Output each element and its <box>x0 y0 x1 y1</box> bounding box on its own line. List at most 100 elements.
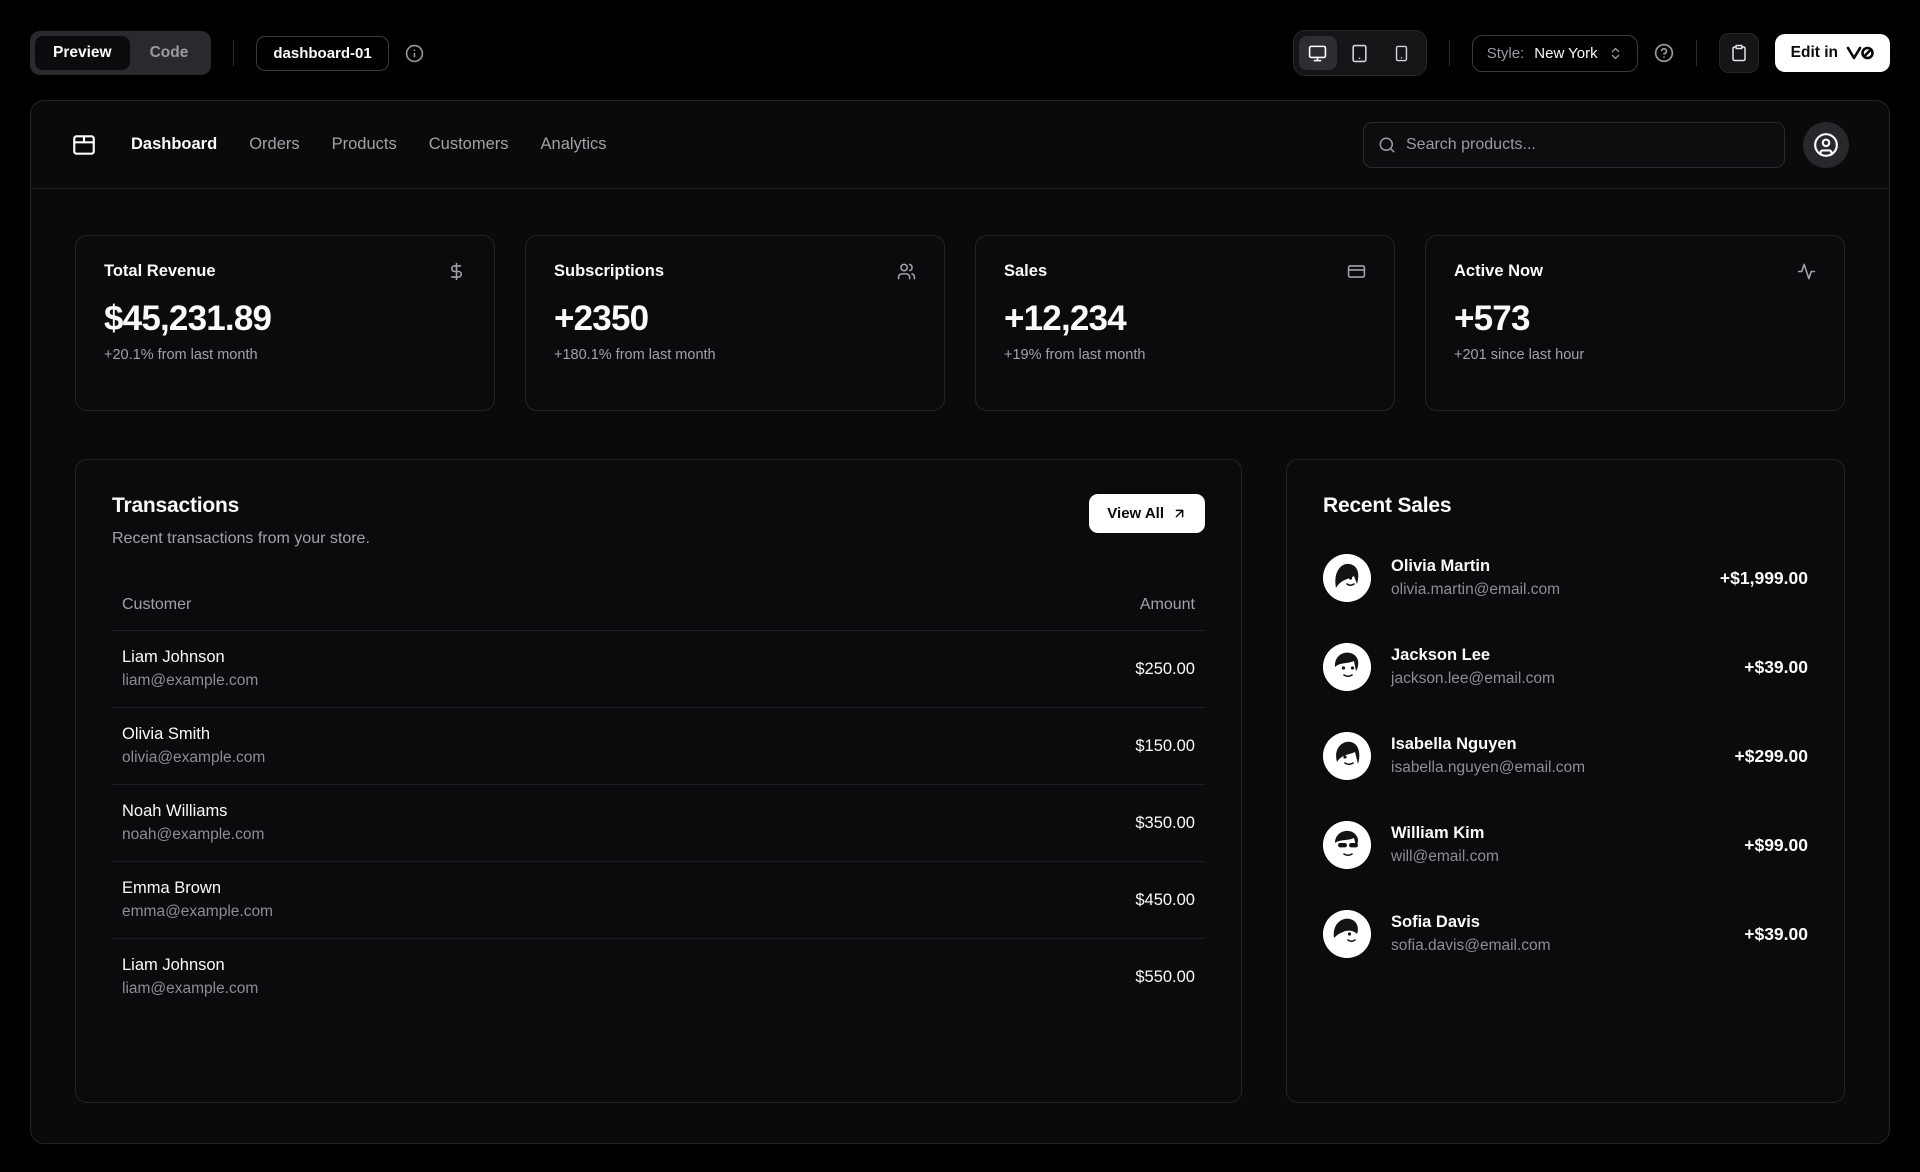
list-item[interactable]: Olivia Martin olivia.martin@email.com +$… <box>1323 554 1808 602</box>
transactions-table: Customer Amount Liam Johnson liam@example… <box>112 584 1205 1015</box>
customer-name: Noah Williams <box>122 802 228 820</box>
transaction-amount: $350.00 <box>1135 813 1195 832</box>
table-row[interactable]: Noah Williams noah@example.com $350.00 <box>112 784 1205 862</box>
view-all-label: View All <box>1107 505 1164 522</box>
stat-cards-row: Total Revenue $45,231.89 +20.1% from las… <box>75 235 1845 411</box>
desktop-icon[interactable] <box>1298 36 1337 70</box>
customer-name: Liam Johnson <box>122 648 225 666</box>
clipboard-icon[interactable] <box>1718 33 1759 73</box>
credit-card-icon <box>1347 262 1366 281</box>
stat-change: +20.1% from last month <box>104 347 258 363</box>
table-row[interactable]: Olivia Smith olivia@example.com $150.00 <box>112 707 1205 785</box>
toolbar-divider <box>1695 40 1697 66</box>
customer-name: Olivia Smith <box>122 725 211 743</box>
dollar-sign-icon <box>447 262 466 281</box>
dashboard-content: Total Revenue $45,231.89 +20.1% from las… <box>31 189 1889 1143</box>
info-icon[interactable] <box>405 44 424 63</box>
chevrons-up-down-icon <box>1608 46 1623 61</box>
sale-amount: +$99.00 <box>1744 834 1808 855</box>
stat-title: Subscriptions <box>554 262 665 280</box>
list-item[interactable]: William Kim will@email.com +$99.00 <box>1323 821 1808 869</box>
transaction-amount: $250.00 <box>1135 659 1195 678</box>
list-item[interactable]: Jackson Lee jackson.lee@email.com +$39.0… <box>1323 643 1808 691</box>
transactions-subtitle: Recent transactions from your store. <box>112 530 370 547</box>
customer-name: Liam Johnson <box>122 956 225 974</box>
avatar <box>1323 643 1371 691</box>
sale-amount: +$1,999.00 <box>1719 567 1808 588</box>
code-tab[interactable]: Code <box>132 36 207 70</box>
recent-sales-title: Recent Sales <box>1323 494 1452 517</box>
search-input[interactable] <box>1406 135 1770 154</box>
user-menu-button[interactable] <box>1803 121 1849 168</box>
users-icon <box>897 262 916 281</box>
nav-item-analytics[interactable]: Analytics <box>539 131 609 158</box>
arrow-up-right-icon <box>1172 506 1187 521</box>
v0-logo-icon <box>1846 46 1874 60</box>
sale-customer-email: jackson.lee@email.com <box>1391 670 1555 687</box>
table-row[interactable]: Liam Johnson liam@example.com $550.00 <box>112 939 1205 1016</box>
block-name-badge[interactable]: dashboard-01 <box>256 35 389 71</box>
recent-sales-list: Olivia Martin olivia.martin@email.com +$… <box>1323 554 1808 958</box>
recent-sales-card: Recent Sales Olivia Martin olivia.martin… <box>1286 459 1845 1103</box>
store-package-icon[interactable] <box>71 132 97 158</box>
smartphone-icon[interactable] <box>1383 36 1421 70</box>
edit-in-label: Edit in <box>1790 44 1838 61</box>
transactions-card: Transactions Recent transactions from yo… <box>75 459 1242 1103</box>
view-all-button[interactable]: View All <box>1089 494 1205 533</box>
help-icon[interactable] <box>1654 43 1674 63</box>
stat-title: Total Revenue <box>104 262 216 280</box>
toolbar-divider <box>233 40 235 66</box>
stat-value: $45,231.89 <box>104 299 272 338</box>
stat-change: +180.1% from last month <box>554 347 716 363</box>
sale-amount: +$299.00 <box>1734 745 1808 766</box>
table-row[interactable]: Emma Brown emma@example.com $450.00 <box>112 861 1205 939</box>
style-select[interactable]: Style: New York <box>1471 34 1638 72</box>
search-icon <box>1378 136 1396 154</box>
list-item[interactable]: Isabella Nguyen isabella.nguyen@email.co… <box>1323 732 1808 780</box>
customer-email: liam@example.com <box>122 980 259 997</box>
stat-change: +201 since last hour <box>1454 347 1585 363</box>
table-row[interactable]: Liam Johnson liam@example.com $250.00 <box>112 630 1205 708</box>
transaction-amount: $550.00 <box>1135 967 1195 986</box>
style-label: Style: <box>1486 44 1525 62</box>
customer-email: emma@example.com <box>122 903 273 920</box>
stat-title: Sales <box>1004 262 1048 280</box>
sale-customer-email: will@email.com <box>1391 848 1499 865</box>
sale-customer-name: Sofia Davis <box>1391 913 1480 931</box>
stat-value: +12,234 <box>1004 299 1127 338</box>
customer-email: noah@example.com <box>122 826 265 843</box>
customer-name: Emma Brown <box>122 879 222 897</box>
sale-customer-email: olivia.martin@email.com <box>1391 581 1561 598</box>
stat-value: +573 <box>1454 299 1530 338</box>
tablet-icon[interactable] <box>1341 36 1379 70</box>
sale-customer-name: William Kim <box>1391 824 1485 842</box>
stat-card-subscriptions: Subscriptions +2350 +180.1% from last mo… <box>525 235 945 411</box>
sale-amount: +$39.00 <box>1744 923 1808 944</box>
list-item[interactable]: Sofia Davis sofia.davis@email.com +$39.0… <box>1323 910 1808 958</box>
avatar <box>1323 821 1371 869</box>
customer-email: olivia@example.com <box>122 749 266 766</box>
nav-item-customers[interactable]: Customers <box>427 131 511 158</box>
edit-in-v0-button[interactable]: Edit in <box>1774 34 1890 72</box>
stat-card-total-revenue: Total Revenue $45,231.89 +20.1% from las… <box>75 235 495 411</box>
stat-change: +19% from last month <box>1004 347 1146 363</box>
activity-icon <box>1797 262 1816 281</box>
search-products-box <box>1363 121 1785 168</box>
nav-item-dashboard[interactable]: Dashboard <box>129 131 219 158</box>
dashboard-preview-panel: Dashboard Orders Products Customers Anal… <box>30 100 1890 1144</box>
sale-customer-name: Olivia Martin <box>1391 557 1491 575</box>
toolbar-divider <box>1448 40 1450 66</box>
circle-user-icon <box>1813 132 1839 158</box>
dashboard-navbar: Dashboard Orders Products Customers Anal… <box>31 101 1889 189</box>
sale-customer-name: Isabella Nguyen <box>1391 735 1517 753</box>
top-toolbar: Preview Code dashboard-01 Style: New Yor… <box>0 0 1920 100</box>
preview-tab[interactable]: Preview <box>35 36 130 70</box>
nav-item-orders[interactable]: Orders <box>247 131 301 158</box>
nav-item-products[interactable]: Products <box>330 131 399 158</box>
customer-email: liam@example.com <box>122 672 259 689</box>
sale-customer-email: sofia.davis@email.com <box>1391 937 1551 954</box>
transaction-amount: $450.00 <box>1135 890 1195 909</box>
view-toggle-group: Preview Code <box>30 31 212 75</box>
stat-card-sales: Sales +12,234 +19% from last month <box>975 235 1395 411</box>
column-header-customer: Customer <box>112 584 858 631</box>
